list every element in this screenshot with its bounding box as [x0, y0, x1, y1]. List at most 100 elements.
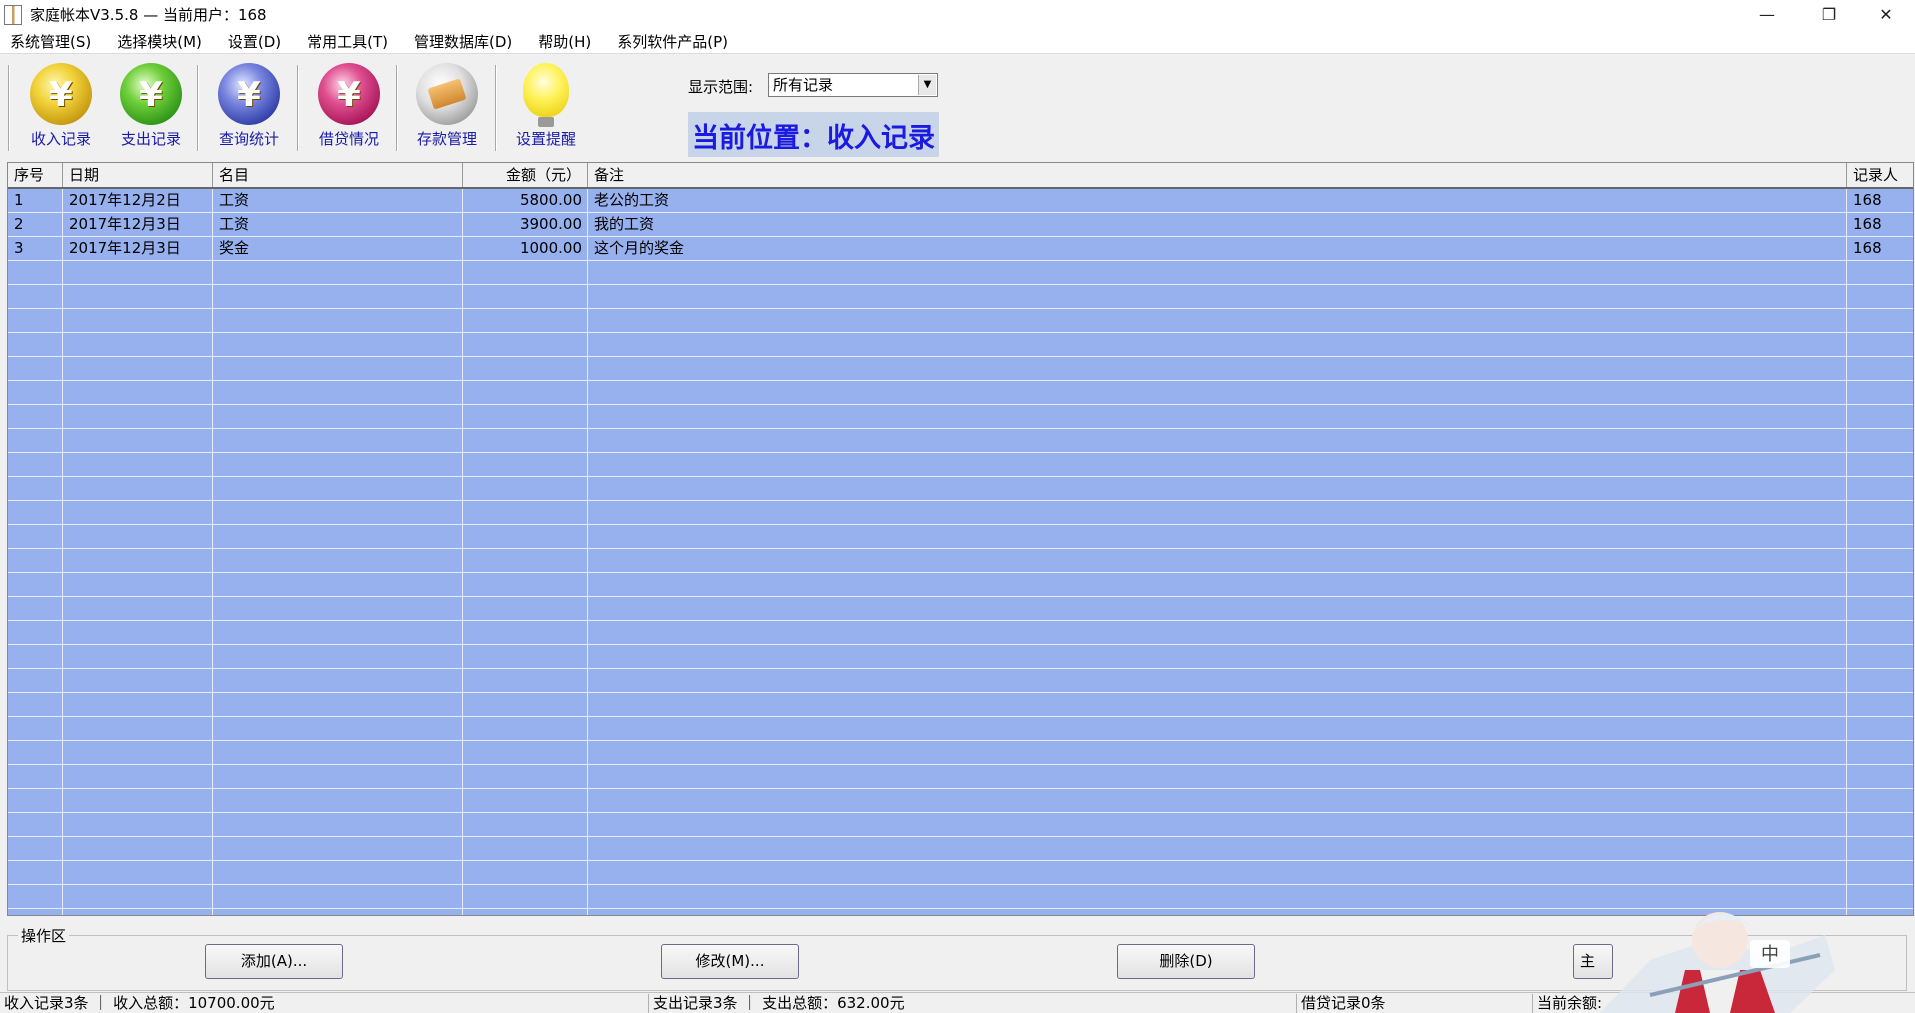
empty-table-row[interactable]	[8, 573, 1913, 597]
empty-table-row[interactable]	[8, 477, 1913, 501]
table-row[interactable]: 2 2017年12月3日 工资 3900.00 我的工资 168	[8, 213, 1913, 237]
column-header-note[interactable]: 备注	[588, 163, 1847, 187]
yen-coin-green-icon: ¥	[120, 63, 182, 125]
cell-amount: 1000.00	[519, 239, 582, 257]
empty-table-row[interactable]	[8, 333, 1913, 357]
add-button[interactable]: 添加(A)...	[205, 944, 343, 979]
empty-table-row[interactable]	[8, 765, 1913, 789]
toolbar-separator	[8, 65, 10, 151]
menu-module[interactable]: 选择模块(M)	[117, 31, 202, 52]
menu-products[interactable]: 系列软件产品(P)	[617, 31, 728, 52]
display-range-value: 所有记录	[773, 76, 834, 94]
delete-button[interactable]: 删除(D)	[1117, 944, 1255, 979]
empty-table-row[interactable]	[8, 357, 1913, 381]
exchange-coin-icon: ¥	[318, 63, 380, 125]
income-record-button[interactable]: ¥ 收入记录	[17, 63, 105, 155]
empty-table-row[interactable]	[8, 597, 1913, 621]
empty-table-row[interactable]	[8, 261, 1913, 285]
empty-table-row[interactable]	[8, 741, 1913, 765]
column-header-index[interactable]: 序号	[8, 163, 63, 187]
cell-note: 我的工资	[594, 215, 655, 233]
column-header-category[interactable]: 名目	[213, 163, 463, 187]
empty-table-row[interactable]	[8, 525, 1913, 549]
cell-category: 工资	[219, 191, 250, 209]
table-row[interactable]: 1 2017年12月2日 工资 5800.00 老公的工资 168	[8, 189, 1913, 213]
empty-table-row[interactable]	[8, 645, 1913, 669]
status-income: 收入记录3条 ｜ 收入总额：10700.00元	[4, 994, 275, 1012]
empty-table-row[interactable]	[8, 453, 1913, 477]
menu-settings[interactable]: 设置(D)	[228, 31, 281, 52]
toolbar-separator	[197, 65, 199, 151]
query-stats-button[interactable]: ¥ 查询统计	[205, 63, 293, 155]
empty-table-row[interactable]	[8, 669, 1913, 693]
empty-table-row[interactable]	[8, 621, 1913, 645]
status-expense: 支出记录3条 ｜ 支出总额：632.00元	[648, 994, 1296, 1013]
cell-amount: 5800.00	[519, 191, 582, 209]
minimize-button[interactable]: —	[1738, 0, 1796, 29]
cell-date: 2017年12月2日	[69, 191, 181, 209]
cell-recorder: 168	[1853, 215, 1882, 233]
operation-area-label: 操作区	[18, 925, 70, 946]
set-reminder-button[interactable]: 设置提醒	[502, 63, 590, 155]
set-reminder-label: 设置提醒	[515, 130, 576, 148]
floating-avatar[interactable]: 中	[1590, 900, 1850, 1013]
empty-table-row[interactable]	[8, 429, 1913, 453]
loan-status-button[interactable]: ¥ 借贷情况	[305, 63, 393, 155]
bank-card-icon	[416, 63, 478, 125]
table-body: 1 2017年12月2日 工资 5800.00 老公的工资 168 2 2017…	[8, 189, 1913, 915]
title-bar: 家庭帐本V3.5.8 — 当前用户：168 — ❐ ✕	[0, 0, 1915, 29]
empty-table-row[interactable]	[8, 501, 1913, 525]
empty-table-row[interactable]	[8, 309, 1913, 333]
column-header-recorder[interactable]: 记录人	[1847, 163, 1913, 187]
menu-tools[interactable]: 常用工具(T)	[307, 31, 388, 52]
column-header-amount[interactable]: 金额（元）	[463, 163, 588, 187]
empty-table-row[interactable]	[8, 405, 1913, 429]
toolbar-separator	[297, 65, 299, 151]
cell-index: 3	[14, 239, 24, 257]
cell-category: 工资	[219, 215, 250, 233]
window-title: 家庭帐本V3.5.8 — 当前用户：168	[30, 6, 267, 24]
menu-help[interactable]: 帮助(H)	[538, 31, 591, 52]
expense-record-button[interactable]: ¥ 支出记录	[107, 63, 195, 155]
edit-button[interactable]: 修改(M)...	[661, 944, 799, 979]
table-row[interactable]: 3 2017年12月3日 奖金 1000.00 这个月的奖金 168	[8, 237, 1913, 261]
menu-system[interactable]: 系统管理(S)	[10, 31, 91, 52]
empty-table-row[interactable]	[8, 285, 1913, 309]
cell-recorder: 168	[1853, 239, 1882, 257]
cell-date: 2017年12月3日	[69, 239, 181, 257]
loan-status-label: 借贷情况	[318, 130, 379, 148]
avatar-badge: 中	[1761, 944, 1779, 965]
deposit-manage-button[interactable]: 存款管理	[403, 63, 491, 155]
empty-table-row[interactable]	[8, 693, 1913, 717]
cell-note: 老公的工资	[594, 191, 670, 209]
query-stats-label: 查询统计	[218, 130, 279, 148]
cell-recorder: 168	[1853, 191, 1882, 209]
cell-category: 奖金	[219, 239, 250, 257]
cell-note: 这个月的奖金	[594, 239, 685, 257]
deposit-manage-label: 存款管理	[416, 130, 477, 148]
toolbar: ¥ 收入记录 ¥ 支出记录 ¥ 查询统计 ¥ 借贷情况 存款管理 设置提醒	[0, 55, 1915, 158]
app-book-icon	[4, 4, 22, 25]
magnifier-coin-icon: ¥	[218, 63, 280, 125]
cell-amount: 3900.00	[519, 215, 582, 233]
menu-database[interactable]: 管理数据库(D)	[414, 31, 512, 52]
menu-bar: 系统管理(S) 选择模块(M) 设置(D) 常用工具(T) 管理数据库(D) 帮…	[0, 29, 1915, 54]
empty-table-row[interactable]	[8, 813, 1913, 837]
empty-table-row[interactable]	[8, 549, 1913, 573]
empty-table-row[interactable]	[8, 837, 1913, 861]
column-header-date[interactable]: 日期	[63, 163, 213, 187]
cell-date: 2017年12月3日	[69, 215, 181, 233]
table-header: 序号 日期 名目 金额（元） 备注 记录人	[8, 163, 1913, 189]
restore-button[interactable]: ❐	[1800, 0, 1858, 29]
empty-table-row[interactable]	[8, 381, 1913, 405]
toolbar-separator	[396, 65, 398, 151]
app-window: 家庭帐本V3.5.8 — 当前用户：168 — ❐ ✕ 系统管理(S) 选择模块…	[0, 0, 1915, 1013]
records-table[interactable]: 序号 日期 名目 金额（元） 备注 记录人 1 2017年12月2日 工资 58…	[7, 162, 1914, 916]
empty-table-row[interactable]	[8, 717, 1913, 741]
empty-table-row[interactable]	[8, 861, 1913, 885]
close-button[interactable]: ✕	[1857, 0, 1915, 29]
display-range-select[interactable]: 所有记录 ▼	[768, 73, 938, 97]
chevron-down-icon[interactable]: ▼	[918, 75, 936, 95]
empty-table-row[interactable]	[8, 789, 1913, 813]
cell-index: 2	[14, 215, 24, 233]
